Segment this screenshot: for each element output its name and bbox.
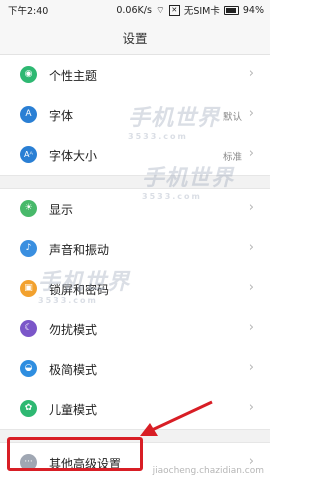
annotation-arrow-icon	[140, 400, 213, 436]
footer-watermark: jiaocheng.chazidian.com	[152, 466, 264, 476]
